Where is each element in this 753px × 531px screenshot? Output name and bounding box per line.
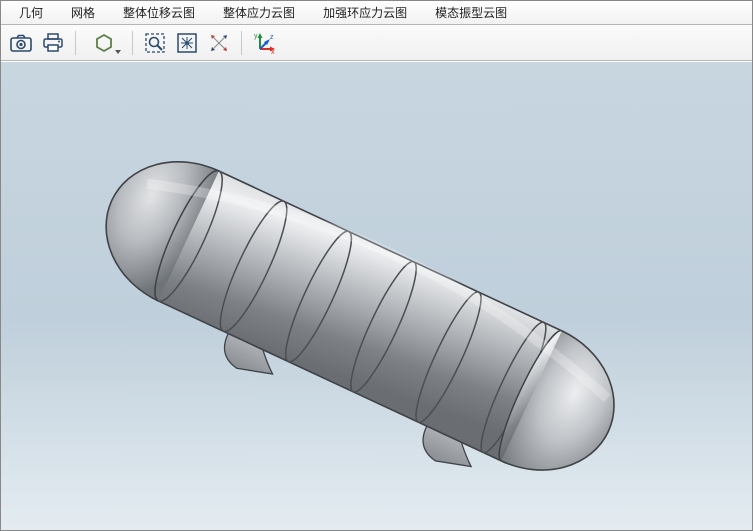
camera-icon [10, 34, 32, 52]
toolbar-separator [241, 31, 242, 55]
menu-mesh[interactable]: 网格 [57, 0, 109, 25]
model-pressure-vessel [1, 62, 752, 530]
axis-triad-icon: x y z [252, 31, 276, 55]
toolbar-separator [75, 31, 76, 55]
axis-triad-button[interactable]: x y z [250, 29, 278, 57]
zoom-fit-button[interactable] [173, 29, 201, 57]
svg-text:z: z [270, 34, 274, 41]
toolbar: x y z [1, 25, 752, 61]
hexagon-icon [94, 33, 114, 53]
print-button[interactable] [39, 29, 67, 57]
svg-text:y: y [254, 33, 258, 40]
print-icon [42, 33, 64, 53]
zoom-window-icon [144, 32, 166, 54]
chevron-down-icon [115, 50, 121, 54]
menu-stress-contour[interactable]: 整体应力云图 [209, 0, 309, 25]
toolbar-separator [132, 31, 133, 55]
menu-bar: 几何 网格 整体位移云图 整体应力云图 加强环应力云图 模态振型云图 [1, 1, 752, 25]
pan-arrows-icon [208, 32, 230, 54]
3d-viewport[interactable] [1, 61, 752, 530]
menu-ring-stress-contour[interactable]: 加强环应力云图 [309, 0, 421, 25]
screenshot-button[interactable] [7, 29, 35, 57]
app-window: 几何 网格 整体位移云图 整体应力云图 加强环应力云图 模态振型云图 [0, 0, 753, 531]
zoom-fit-icon [176, 32, 198, 54]
pan-button[interactable] [205, 29, 233, 57]
menu-displacement-contour[interactable]: 整体位移云图 [109, 0, 209, 25]
menu-geometry[interactable]: 几何 [5, 0, 57, 25]
zoom-window-button[interactable] [141, 29, 169, 57]
svg-text:x: x [271, 49, 275, 55]
menu-modal-shape-contour[interactable]: 模态振型云图 [421, 0, 521, 25]
display-mode-button[interactable] [84, 29, 124, 57]
